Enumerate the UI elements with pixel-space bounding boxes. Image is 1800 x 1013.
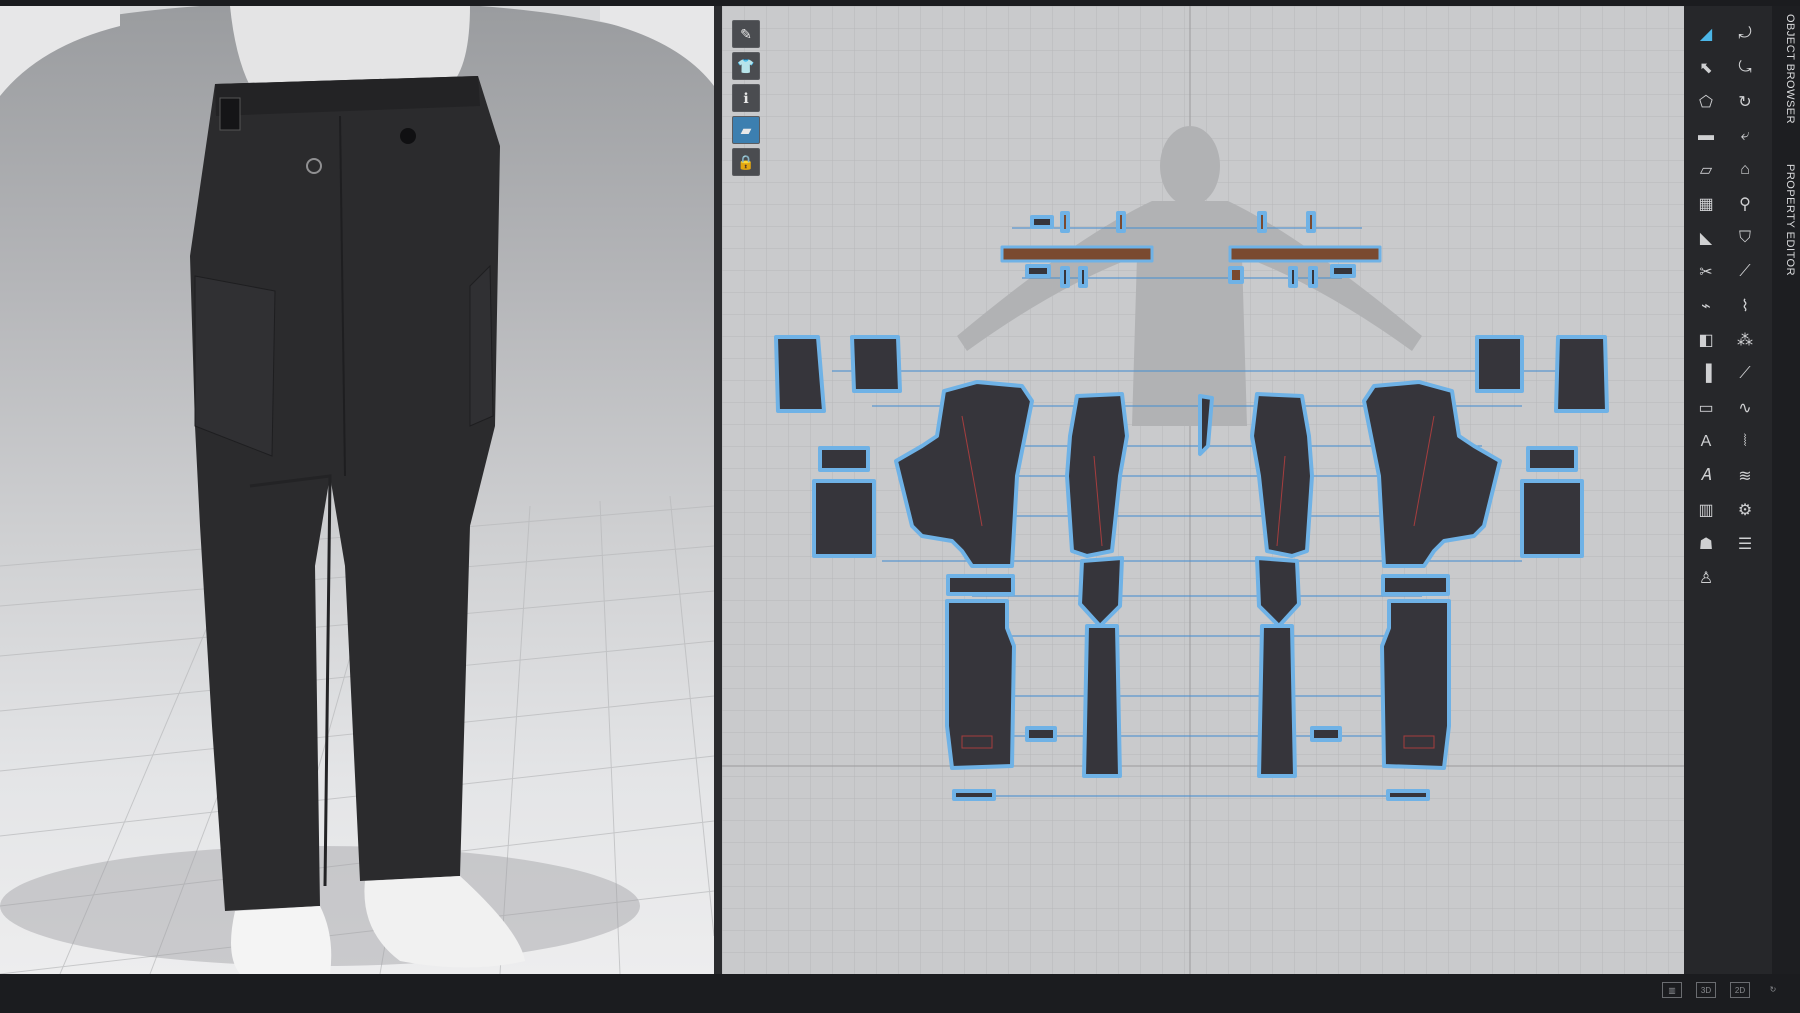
button-icon[interactable]: ◧ xyxy=(1690,326,1722,354)
elastic-icon[interactable]: ▐ xyxy=(1690,360,1722,388)
pattern-piece-pocket-flap-right-2[interactable] xyxy=(1475,335,1524,393)
2d-pattern-viewport[interactable]: ✎ 👕 ℹ ▰ 🔒 xyxy=(722,6,1684,974)
internal-polygon-icon[interactable]: ▱ xyxy=(1690,156,1722,184)
pattern-piece-pocket-gusset-right[interactable] xyxy=(1526,446,1578,472)
viewport-splitter[interactable] xyxy=(714,6,722,974)
pattern-piece-strap-left[interactable] xyxy=(952,789,996,801)
avatar-right-arm xyxy=(600,6,714,86)
grid-pattern-icon[interactable]: ▦ xyxy=(1690,190,1722,218)
pattern-piece-tab[interactable] xyxy=(1030,215,1054,229)
topstitch-icon[interactable]: ⁂ xyxy=(1729,326,1761,354)
status-bar: ▥ 3D 2D ↻ xyxy=(0,974,1800,1013)
ruler-icon[interactable]: ▭ xyxy=(1690,394,1722,422)
side-panel-tabs: OBJECT BROWSER PROPERTY EDITOR xyxy=(1772,6,1800,974)
view-layout-buttons: ▥ 3D 2D ↻ xyxy=(1662,982,1782,998)
avatar-pose-icon[interactable]: ☗ xyxy=(1690,530,1722,558)
edit-point-icon[interactable]: ⬉ xyxy=(1690,54,1722,82)
refresh-icon[interactable]: ↻ xyxy=(1764,982,1782,996)
measure-icon[interactable]: ⟋ xyxy=(1729,360,1761,388)
stack-icon[interactable]: ☰ xyxy=(1729,530,1761,558)
3d-scene xyxy=(0,6,714,974)
garment-icon[interactable]: ⛉ xyxy=(1729,224,1761,252)
2d-toolbar: ✎ 👕 ℹ ▰ 🔒 xyxy=(732,20,760,176)
pattern-piece-knee-right[interactable] xyxy=(1381,574,1450,596)
cargo-pants-3d xyxy=(190,76,500,911)
text-style-icon[interactable]: 𝐴 xyxy=(1690,462,1722,490)
fold-icon[interactable]: ⟋ xyxy=(1729,258,1761,286)
fabric-icon[interactable]: ▰ xyxy=(732,116,760,144)
pattern-piece-loop[interactable] xyxy=(1078,266,1088,288)
pattern-piece-hem-tab-right[interactable] xyxy=(1310,726,1342,742)
tab-object-browser[interactable]: OBJECT BROWSER xyxy=(1776,14,1796,124)
lock-shirt-icon[interactable]: 🔒 xyxy=(732,148,760,176)
tools-sidebar: ◢ ⤾ ⬉ ⤿ ⬠ ↻ ▬ ⤶ ▱ ⌂ ▦ ⚲ ◣ ⛉ ✂ ⟋ ⌁ ⌇ ◧ ⁂ … xyxy=(1684,6,1772,974)
figure-icon[interactable]: ♙ xyxy=(1690,564,1722,592)
transform-pattern-icon[interactable]: ⤿ xyxy=(1729,54,1761,82)
iron-icon[interactable]: ⌂ xyxy=(1729,156,1761,184)
zipper-icon[interactable]: ⦚ xyxy=(1729,428,1761,456)
grain-icon[interactable]: ▥ xyxy=(1690,496,1722,524)
pattern-piece-waistband-left[interactable] xyxy=(1000,245,1154,263)
avatar-torso xyxy=(230,6,470,86)
pattern-piece-cargo-pocket-right[interactable] xyxy=(1520,479,1584,558)
pattern-piece-front-lower-right[interactable] xyxy=(1380,599,1451,770)
layout-2d-button[interactable]: 2D xyxy=(1730,982,1750,998)
trim-icon[interactable]: ⚙ xyxy=(1729,496,1761,524)
pattern-piece-pocket-gusset-left[interactable] xyxy=(818,446,870,472)
dart-icon[interactable]: ◣ xyxy=(1690,224,1722,252)
info-icon[interactable]: ℹ xyxy=(732,84,760,112)
pattern-piece-hem-tab-left[interactable] xyxy=(1025,726,1057,742)
pattern-piece-loop[interactable] xyxy=(1288,266,1298,288)
wave-icon[interactable]: ∿ xyxy=(1729,394,1761,422)
pattern-piece-knee-left[interactable] xyxy=(946,574,1015,596)
layout-split-icon[interactable]: ▥ xyxy=(1662,982,1682,998)
tab-property-editor[interactable]: PROPERTY EDITOR xyxy=(1776,164,1796,276)
layout-3d-button[interactable]: 3D xyxy=(1696,982,1716,998)
select-arrow-icon[interactable]: ◢ xyxy=(1690,20,1722,48)
pattern-piece-beltloop[interactable] xyxy=(1025,264,1051,278)
rectangle-icon[interactable]: ▬ xyxy=(1690,122,1722,150)
pattern-piece-pocket-flap-left-2[interactable] xyxy=(850,335,902,393)
polygon-icon[interactable]: ⬠ xyxy=(1690,88,1722,116)
seam-icon[interactable]: ⌇ xyxy=(1729,292,1761,320)
left-shoe xyxy=(231,906,332,974)
trace-icon[interactable]: ⌁ xyxy=(1690,292,1722,320)
pattern-piece-loop[interactable] xyxy=(1306,211,1316,233)
sew-icon[interactable]: ⤶ xyxy=(1729,122,1761,150)
pattern-piece-waistband-right[interactable] xyxy=(1228,245,1382,263)
pattern-piece-loop[interactable] xyxy=(1060,211,1070,233)
pattern-piece-fly-tab[interactable] xyxy=(1228,266,1244,284)
pattern-piece-loop[interactable] xyxy=(1116,211,1126,233)
pattern-piece-loop[interactable] xyxy=(1257,211,1267,233)
avatar-left-arm xyxy=(0,6,120,96)
pattern-piece-loop[interactable] xyxy=(1060,266,1070,288)
pattern-piece-back-lower-left[interactable] xyxy=(1082,624,1122,778)
rotate-icon[interactable]: ↻ xyxy=(1729,88,1761,116)
pattern-piece-back-lower-right[interactable] xyxy=(1257,624,1297,778)
pattern-canvas xyxy=(722,6,1684,974)
pattern-piece-strap-right[interactable] xyxy=(1386,789,1430,801)
transform-icon[interactable]: ⤾ xyxy=(1729,20,1761,48)
pattern-piece-pocket-flap-right[interactable] xyxy=(1554,335,1609,413)
pin-icon[interactable]: ⚲ xyxy=(1729,190,1761,218)
edit-pattern-icon[interactable]: ✎ xyxy=(732,20,760,48)
pattern-piece-loop[interactable] xyxy=(1308,266,1318,288)
pattern-piece-beltloop[interactable] xyxy=(1330,264,1356,278)
pattern-piece-cargo-pocket-left[interactable] xyxy=(812,479,876,558)
shirt-icon[interactable]: 👕 xyxy=(732,52,760,80)
pattern-piece-pocket-flap-left[interactable] xyxy=(774,335,826,413)
text-tool-icon[interactable]: A xyxy=(1690,428,1722,456)
cut-icon[interactable]: ✂ xyxy=(1690,258,1722,286)
tools-grid: ◢ ⤾ ⬉ ⤿ ⬠ ↻ ▬ ⤶ ▱ ⌂ ▦ ⚲ ◣ ⛉ ✂ ⟋ ⌁ ⌇ ◧ ⁂ … xyxy=(1690,20,1768,592)
pattern-piece-front-lower-left[interactable] xyxy=(945,599,1016,770)
puckering-icon[interactable]: ≋ xyxy=(1729,462,1761,490)
3d-garment-viewport[interactable] xyxy=(0,6,714,974)
